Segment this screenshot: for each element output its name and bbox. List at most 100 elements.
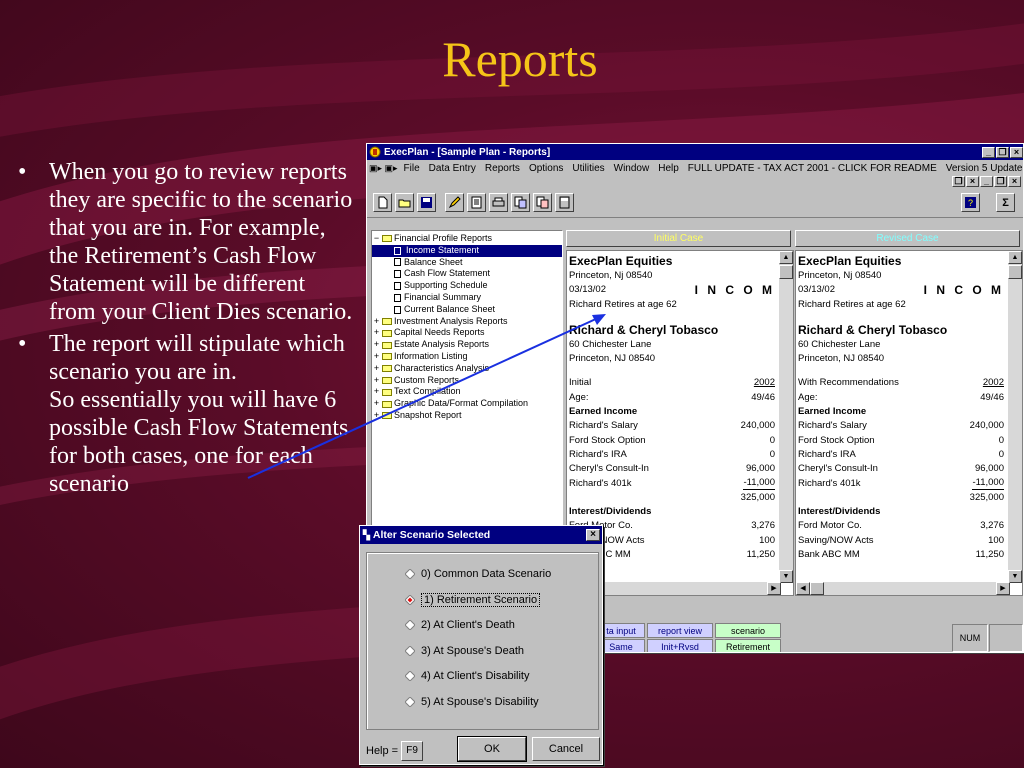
menu-window[interactable]: Window [614, 163, 650, 174]
scenario-option[interactable]: 1) Retirement Scenario [405, 591, 541, 609]
radio-icon[interactable] [405, 696, 415, 707]
tree-node[interactable]: + Estate Analysis Reports [372, 339, 562, 351]
scroll-down-icon[interactable]: ▼ [1008, 570, 1022, 583]
scenario-option[interactable]: 2) At Client's Death [405, 616, 515, 634]
tree-node[interactable]: + Snapshot Report [372, 410, 562, 422]
cancel-button[interactable]: Cancel [532, 737, 600, 761]
expand-icon[interactable]: + [372, 410, 381, 422]
notes-icon[interactable] [467, 193, 486, 212]
window-titlebar[interactable]: ExecPlan - [Sample Plan - Reports] _ ❐ × [367, 144, 1023, 160]
sigma-icon[interactable]: Σ [996, 193, 1015, 212]
scroll-down-icon[interactable]: ▼ [779, 570, 793, 583]
tree-node[interactable]: + Graphic Data/Format Compilation [372, 398, 562, 410]
help-icon[interactable]: ? [961, 193, 980, 212]
menu-update-guide[interactable]: Version 5 Update Guide [946, 163, 1023, 174]
status-scenario[interactable]: scenario [715, 623, 781, 638]
f9-help-key[interactable]: F9 [401, 741, 424, 761]
report-a-icon[interactable] [511, 193, 530, 212]
expand-icon[interactable]: + [372, 363, 381, 375]
radio-icon[interactable] [405, 671, 415, 681]
radio-icon[interactable] [405, 569, 415, 579]
scroll-right-icon[interactable]: ▶ [996, 582, 1010, 595]
report-clients: Richard & Cheryl Tobasco [798, 322, 948, 337]
expand-icon[interactable]: + [372, 316, 381, 328]
menu-data-entry[interactable]: Data Entry [429, 163, 476, 174]
mdi-restore2-button[interactable]: ❐ [994, 176, 1007, 187]
tree-node[interactable]: + Investment Analysis Reports [372, 316, 562, 328]
horizontal-scrollbar[interactable]: ◀▶ [796, 582, 1010, 595]
ok-button[interactable]: OK [457, 736, 527, 762]
radio-icon[interactable] [405, 645, 415, 656]
scroll-left-icon[interactable]: ◀ [796, 582, 810, 595]
scroll-thumb[interactable] [1008, 265, 1022, 279]
scroll-up-icon[interactable]: ▲ [779, 251, 793, 264]
revised-case-header[interactable]: Revised Case [795, 230, 1020, 247]
report-row-value: -11,000 [743, 476, 775, 490]
initial-case-header[interactable]: Initial Case [566, 230, 791, 247]
report-content: ExecPlan Equities Princeton, Nj 08540 03/1… [798, 253, 1004, 562]
scenario-option[interactable]: 5) At Spouse's Disability [405, 693, 539, 711]
tree-node[interactable]: Balance Sheet [372, 257, 562, 269]
scroll-thumb[interactable] [779, 265, 793, 279]
report-age: 49/46 [751, 391, 775, 403]
calculator-icon[interactable] [555, 193, 574, 212]
expand-icon[interactable]: + [372, 375, 381, 387]
expand-icon[interactable]: + [372, 351, 381, 363]
close-button[interactable]: × [1010, 146, 1023, 158]
document-icon [394, 270, 401, 279]
dialog-close-button[interactable]: × [586, 529, 600, 541]
tree-node-label: Financial Summary [404, 291, 482, 302]
expand-icon[interactable]: + [372, 386, 381, 398]
tree-node[interactable]: − Financial Profile Reports [372, 233, 562, 245]
menu-full-update[interactable]: FULL UPDATE - TAX ACT 2001 - CLICK FOR R… [688, 163, 937, 174]
scroll-up-icon[interactable]: ▲ [1008, 251, 1022, 264]
scroll-right-icon[interactable]: ▶ [767, 582, 781, 595]
tree-node[interactable]: + Information Listing [372, 351, 562, 363]
scenario-option[interactable]: 4) At Client's Disability [405, 667, 529, 685]
menu-file[interactable]: File [404, 163, 420, 174]
status-data-input[interactable]: ta input [597, 623, 645, 638]
minimize-button[interactable]: _ [982, 146, 995, 158]
status-report-view[interactable]: report view [647, 623, 713, 638]
print-icon[interactable] [489, 193, 508, 212]
tree-node[interactable]: Income Statement [372, 244, 562, 257]
tree-node[interactable]: Supporting Schedule [372, 280, 562, 292]
menu-options[interactable]: Options [529, 163, 563, 174]
menu-help[interactable]: Help [658, 163, 679, 174]
folder-icon [382, 412, 392, 420]
report-b-icon[interactable] [533, 193, 552, 212]
expand-icon[interactable]: + [372, 339, 381, 351]
open-icon[interactable] [395, 193, 414, 212]
tree-node[interactable]: + Characteristics Analysis [372, 363, 562, 375]
tree-node[interactable]: + Text Compilation [372, 386, 562, 398]
expand-icon[interactable]: + [372, 327, 381, 339]
mdi-restore-button[interactable]: ❐ [952, 176, 965, 187]
radio-selected-icon[interactable] [405, 594, 415, 605]
new-icon[interactable] [373, 193, 392, 212]
alter-scenario-dialog: ▚ Alter Scenario Selected × 0) Common Da… [359, 525, 603, 765]
radio-icon[interactable] [405, 620, 415, 630]
save-icon[interactable] [417, 193, 436, 212]
tree-node[interactable]: + Custom Reports [372, 375, 562, 387]
vertical-scrollbar[interactable]: ▲ ▼ [779, 251, 793, 583]
tree-node[interactable]: + Capital Needs Reports [372, 327, 562, 339]
edit-icon[interactable] [445, 193, 464, 212]
mdi-close2-button[interactable]: × [1008, 176, 1021, 187]
tree-node[interactable]: Current Balance Sheet [372, 304, 562, 316]
vertical-scrollbar[interactable]: ▲ ▼ [1008, 251, 1022, 583]
restore-button[interactable]: ❐ [996, 146, 1009, 158]
scroll-thumb[interactable] [810, 582, 824, 595]
collapse-icon[interactable]: − [372, 233, 381, 245]
dialog-titlebar[interactable]: ▚ Alter Scenario Selected × [360, 526, 602, 544]
report-row: Bank ABC MM 11,250 [798, 548, 1004, 562]
tree-node[interactable]: Financial Summary [372, 292, 562, 304]
tree-node[interactable]: Cash Flow Statement [372, 268, 562, 280]
mdi-min2-button[interactable]: _ [980, 176, 993, 187]
mdi-close-button[interactable]: × [966, 176, 979, 187]
expand-icon[interactable]: + [372, 398, 381, 410]
scenario-option[interactable]: 0) Common Data Scenario [405, 565, 551, 583]
scenario-option[interactable]: 3) At Spouse's Death [405, 642, 524, 660]
svg-text:?: ? [968, 198, 973, 208]
menu-utilities[interactable]: Utilities [572, 163, 604, 174]
menu-reports[interactable]: Reports [485, 163, 520, 174]
